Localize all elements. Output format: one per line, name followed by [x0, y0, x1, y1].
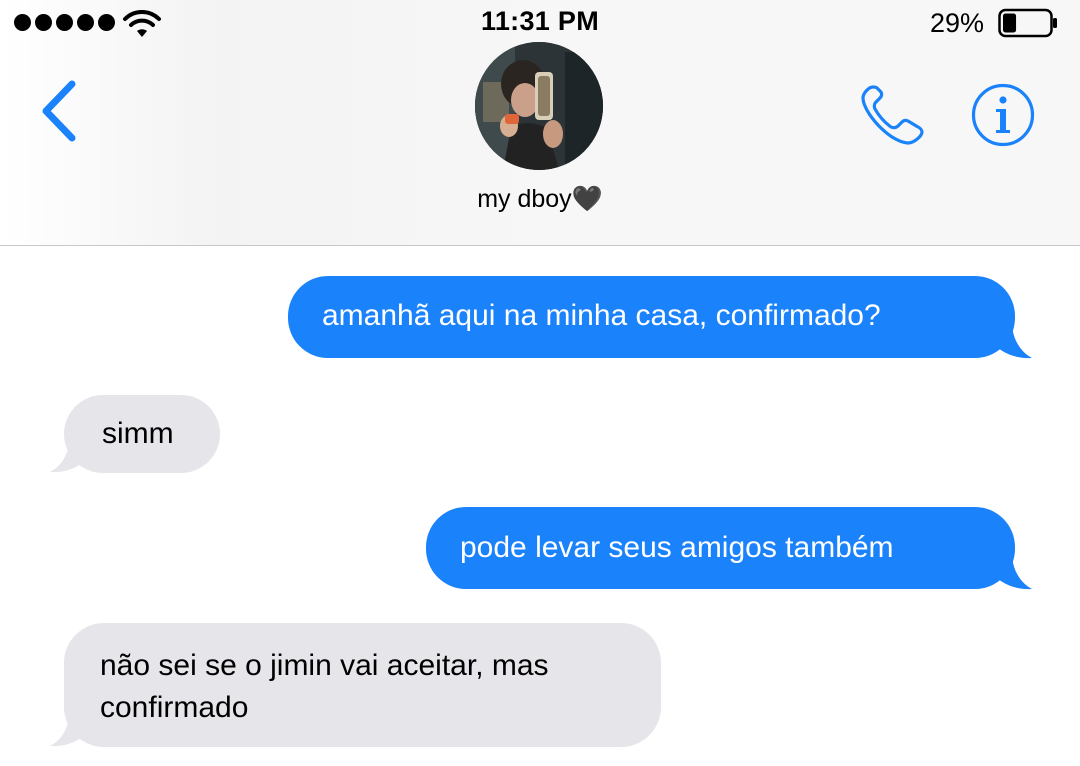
message-text: simm: [102, 417, 174, 450]
back-chevron-icon[interactable]: [30, 76, 90, 146]
phone-icon[interactable]: [856, 82, 930, 148]
incoming-message-bubble[interactable]: não sei se o jimin vai aceitar, mas conf…: [64, 623, 661, 747]
conversation-header: 11:31 PM 29% my dboy🖤: [0, 0, 1080, 246]
message-text: pode levar seus amigos também: [460, 531, 894, 564]
bubble-tail: [50, 710, 92, 747]
outgoing-message-bubble[interactable]: amanhã aqui na minha casa, confirmado?: [288, 276, 1015, 358]
battery-icon: [998, 8, 1057, 38]
avatar-photo: [475, 42, 603, 170]
bubble-tail: [50, 436, 92, 473]
bubble-tail: [990, 322, 1032, 359]
bubble-tail: [990, 553, 1032, 590]
contact-name[interactable]: my dboy🖤: [0, 185, 1080, 214]
contact-avatar[interactable]: [475, 42, 603, 170]
status-time: 11:31 PM: [481, 6, 599, 36]
message-text: amanhã aqui na minha casa, confirmado?: [322, 299, 881, 332]
info-icon[interactable]: [970, 82, 1036, 148]
message-text: não sei se o jimin vai aceitar, mas conf…: [100, 649, 549, 724]
outgoing-message-bubble[interactable]: pode levar seus amigos também: [426, 507, 1015, 589]
status-bar: 11:31 PM 29%: [0, 0, 1080, 46]
battery-percentage: 29%: [929, 8, 984, 38]
